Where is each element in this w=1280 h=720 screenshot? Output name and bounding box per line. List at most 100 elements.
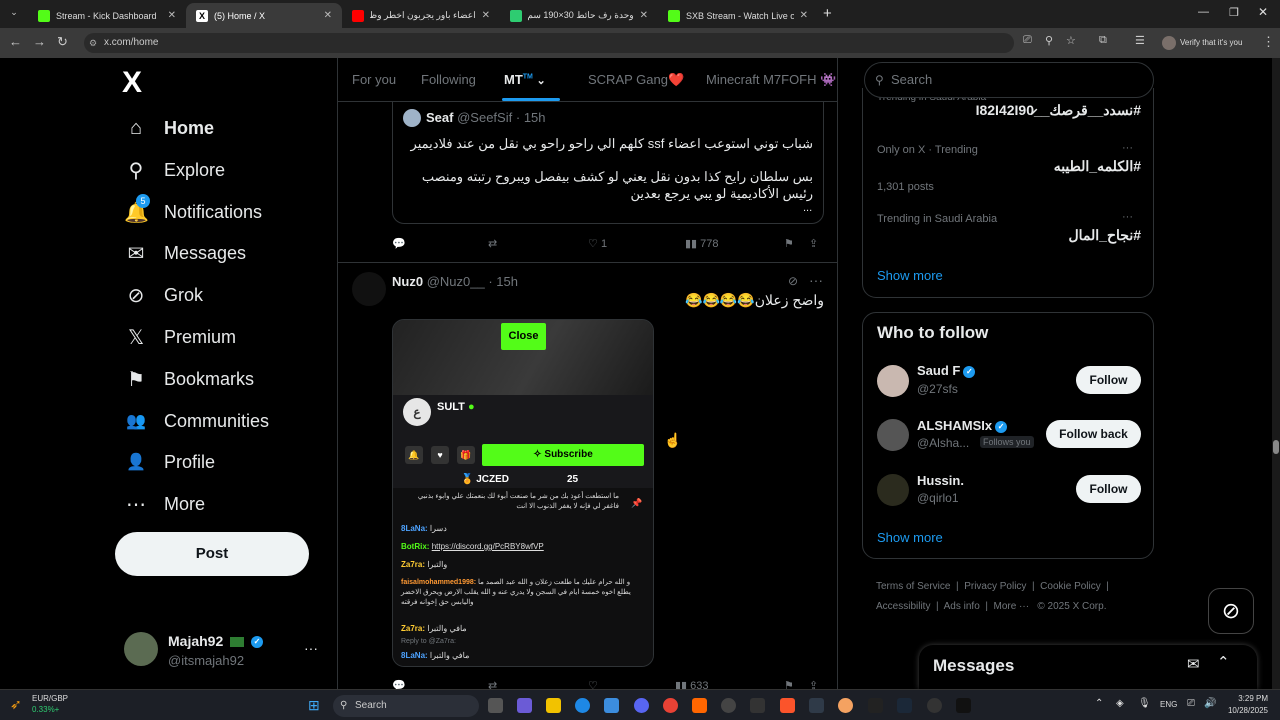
xbox-icon[interactable]: [809, 698, 824, 713]
forward-arrow-icon[interactable]: →: [33, 34, 46, 49]
avatar[interactable]: [877, 365, 909, 397]
app-icon[interactable]: [838, 698, 853, 713]
follow-button[interactable]: Follow: [1076, 475, 1141, 503]
browser-tab-youtube[interactable]: اعضاء باور يجربون اخطر وظيفة في ✕: [342, 3, 500, 28]
sidebar-item-bookmarks[interactable]: ⚑ Bookmarks: [124, 361, 254, 397]
heart-icon[interactable]: ♥: [431, 446, 449, 464]
footer-link-more[interactable]: More ···: [994, 601, 1030, 612]
tab-minecraft[interactable]: Minecraft M7FOFH 👾: [706, 72, 836, 88]
bookmark-star-icon[interactable]: ☆: [1066, 34, 1076, 47]
site-info-icon[interactable]: ⚙: [89, 33, 97, 53]
footer-link-terms[interactable]: Terms of Service: [876, 581, 950, 592]
microsoft-store-icon[interactable]: [604, 698, 619, 713]
search-input[interactable]: ⚲ Search: [864, 62, 1154, 98]
footer-link-accessibility[interactable]: Accessibility: [876, 601, 930, 612]
sidebar-item-grok[interactable]: ⊘ Grok: [124, 277, 203, 313]
post-media-image[interactable]: Close ع SULT ● 🔔 ♥ 🎁 ✧ Subscribe 🏅 JCZED…: [392, 319, 654, 667]
avatar[interactable]: [352, 272, 386, 306]
post-button[interactable]: Post: [115, 532, 309, 576]
reload-icon[interactable]: ↻: [57, 34, 68, 50]
reply-icon[interactable]: 💬: [392, 237, 406, 250]
browser-menu-icon[interactable]: ⋮: [1262, 34, 1275, 50]
volume-icon[interactable]: 🔊: [1204, 698, 1216, 709]
tray-chevron-icon[interactable]: ⌃: [1095, 698, 1103, 709]
microphone-icon[interactable]: 🎙: [1138, 698, 1151, 709]
follow-button[interactable]: Follow: [1076, 366, 1141, 394]
trends-show-more-link[interactable]: Show more: [877, 268, 943, 283]
copilot-icon[interactable]: [517, 698, 532, 713]
trend-item[interactable]: Only on X · Trending ··· #الكلمه_الطيبه …: [877, 142, 1141, 193]
taskbar-clock[interactable]: 3:29 PM 10/28/2025: [1222, 693, 1268, 717]
steam-icon[interactable]: [897, 698, 912, 713]
browser-tab-sxb-stream[interactable]: SXB Stream - Watch Live on Kick ✕: [658, 3, 818, 28]
task-view-icon[interactable]: [488, 698, 503, 713]
browser-tab-shelf-product[interactable]: وحدة رف حائط 30×190 سم لون ✕: [500, 3, 658, 28]
x-logo[interactable]: X: [122, 66, 142, 100]
window-close-icon[interactable]: ✕: [1258, 5, 1268, 19]
capcut-icon[interactable]: [750, 698, 765, 713]
url-field[interactable]: ⚙ x.com/home: [84, 33, 1014, 53]
scrollbar-thumb[interactable]: [1273, 440, 1279, 454]
footer-link-cookies[interactable]: Cookie Policy: [1040, 581, 1101, 592]
gift-icon[interactable]: 🎁: [457, 446, 475, 464]
follow-back-button[interactable]: Follow back: [1046, 420, 1141, 448]
brave-icon[interactable]: [780, 698, 795, 713]
edge-icon[interactable]: [575, 698, 590, 713]
close-icon[interactable]: ✕: [324, 10, 332, 21]
browser-tab-x-home[interactable]: X (5) Home / X ✕: [186, 3, 342, 28]
tiktok-icon[interactable]: [956, 698, 971, 713]
network-icon[interactable]: ⎚: [1187, 698, 1195, 709]
trend-more-icon[interactable]: ···: [1122, 211, 1133, 223]
obs-icon[interactable]: [721, 698, 736, 713]
who-to-follow-show-more-link[interactable]: Show more: [877, 530, 943, 545]
grok-explain-icon[interactable]: ⊘: [788, 274, 798, 288]
sidebar-item-profile[interactable]: 👤 Profile: [124, 444, 215, 480]
app-icon[interactable]: [868, 698, 883, 713]
close-button[interactable]: Close: [501, 323, 546, 350]
tab-for-you[interactable]: For you: [352, 72, 396, 87]
messages-drawer[interactable]: Messages ✉ ⌃: [919, 645, 1257, 689]
file-explorer-icon[interactable]: [546, 698, 561, 713]
chrome-icon[interactable]: [663, 698, 678, 713]
sidebar-item-communities[interactable]: 👥 Communities: [124, 403, 269, 439]
close-icon[interactable]: ✕: [640, 10, 648, 21]
sidebar-item-premium[interactable]: 𝕏 Premium: [124, 319, 236, 355]
vlc-icon[interactable]: [692, 698, 707, 713]
bookmark-icon[interactable]: ⚑: [784, 237, 794, 250]
avatar[interactable]: [877, 474, 909, 506]
close-icon[interactable]: ✕: [482, 10, 490, 21]
tab-following[interactable]: Following: [421, 72, 476, 87]
pin-icon[interactable]: 📌: [631, 498, 642, 509]
extensions-icon[interactable]: ⧉: [1099, 34, 1107, 47]
repost-icon[interactable]: ⇄: [488, 237, 497, 250]
windows-start-icon[interactable]: ⊞: [308, 697, 320, 714]
sidebar-item-notifications[interactable]: 🔔 5 Notifications: [124, 193, 262, 230]
account-switcher[interactable]: Majah92 ✓ @itsmajah92 ···: [124, 630, 324, 670]
close-icon[interactable]: ✕: [168, 10, 176, 21]
profile-verify-button[interactable]: Verify that it's you: [1160, 33, 1265, 53]
zoom-icon[interactable]: ⚲: [1045, 34, 1053, 47]
discord-icon[interactable]: [634, 698, 649, 713]
expand-up-icon[interactable]: ⌃: [1217, 653, 1230, 671]
trend-item[interactable]: Trending in Saudi Arabia ··· #نجاح_المال: [877, 211, 1141, 244]
taskbar-search-box[interactable]: ⚲ Search: [333, 695, 479, 717]
sidebar-item-messages[interactable]: ✉ Messages: [124, 235, 246, 271]
restore-icon[interactable]: ❐: [1229, 6, 1239, 19]
new-tab-plus-icon[interactable]: +: [823, 5, 832, 22]
views-button[interactable]: ▮▮ 778: [685, 237, 719, 250]
quoted-post[interactable]: Seaf @SeefSif · 15h شباب توني استوعب اعض…: [392, 102, 824, 224]
reading-list-icon[interactable]: ☰: [1135, 34, 1145, 47]
trend-more-icon[interactable]: ···: [1122, 142, 1133, 154]
new-message-icon[interactable]: ✉: [1187, 655, 1200, 673]
browser-tab-kick-dashboard[interactable]: Stream - Kick Dashboard ✕: [28, 3, 186, 28]
tab-scrap-gang[interactable]: SCRAP Gang❤️: [588, 72, 684, 88]
subscribe-button[interactable]: ✧ Subscribe: [482, 444, 644, 466]
account-more-icon[interactable]: ···: [304, 640, 318, 656]
like-button[interactable]: ♡ 1: [588, 237, 607, 250]
sidebar-item-explore[interactable]: ⚲ Explore: [124, 152, 225, 188]
grok-floating-button[interactable]: ⊘: [1208, 588, 1254, 634]
post-more-icon[interactable]: ···: [809, 272, 823, 288]
tab-mt[interactable]: MTTM ⌄: [504, 72, 546, 87]
install-app-icon[interactable]: ⎚: [1023, 34, 1032, 47]
tray-app-icon[interactable]: ◈: [1116, 698, 1124, 709]
